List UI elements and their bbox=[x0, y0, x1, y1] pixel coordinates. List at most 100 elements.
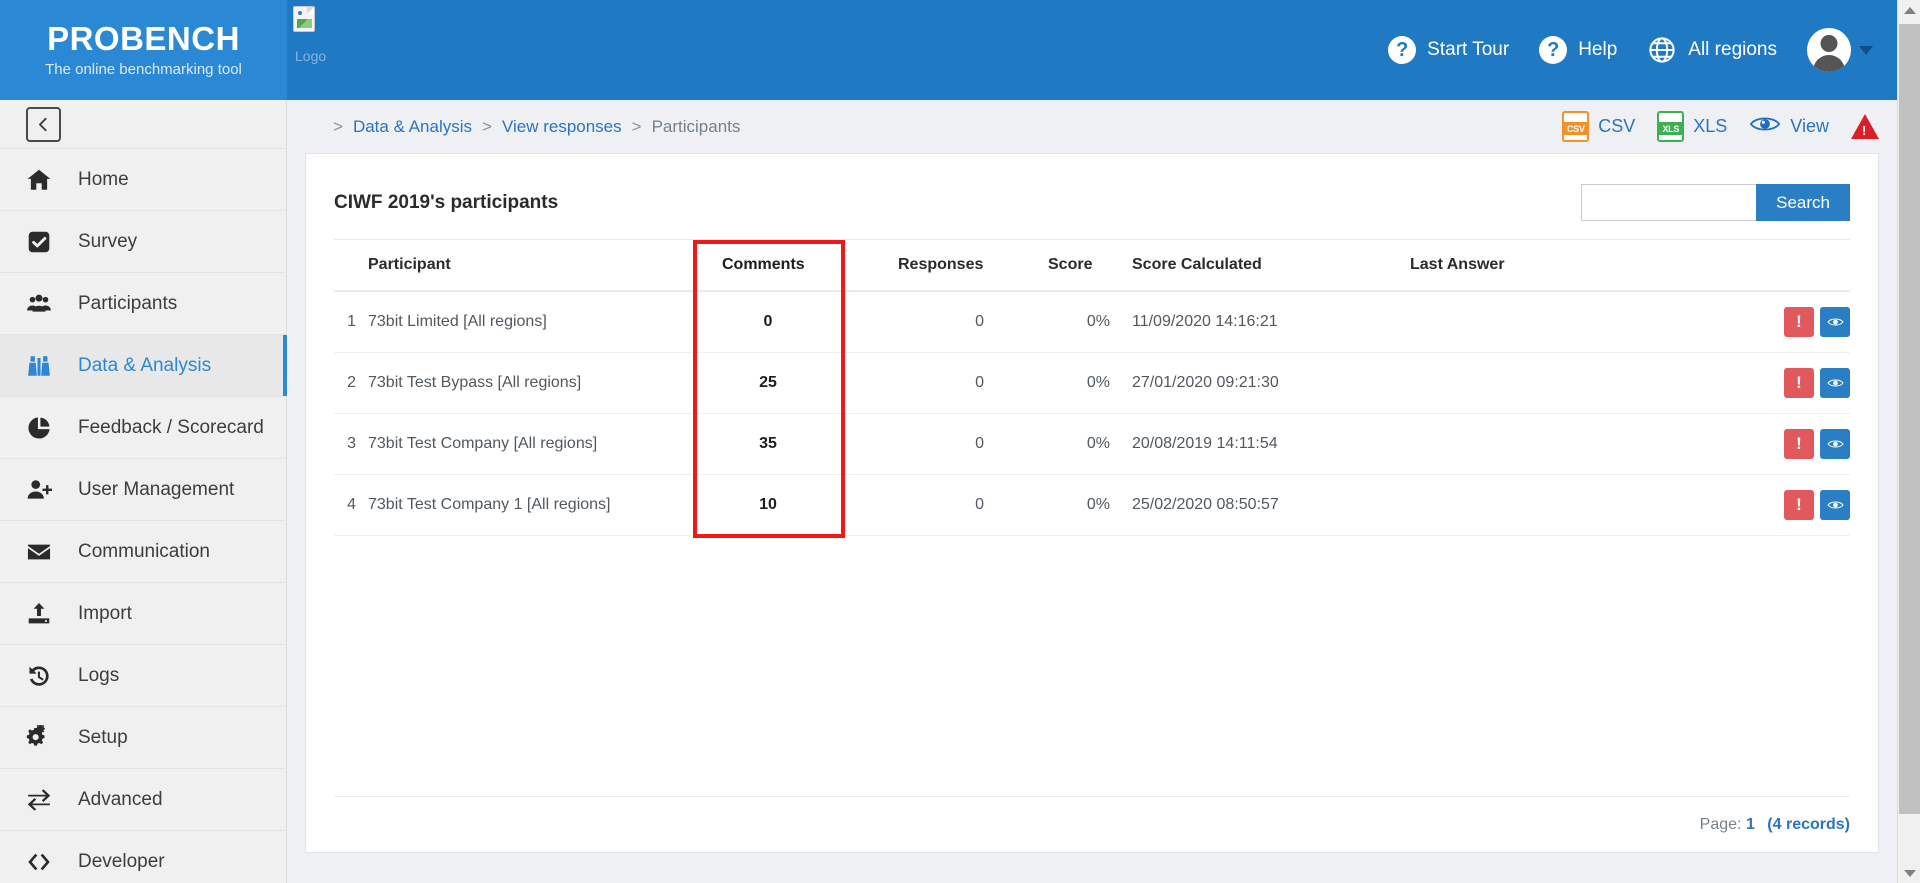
view-toggle-button[interactable]: View bbox=[1749, 113, 1829, 140]
vertical-scrollbar[interactable] bbox=[1897, 0, 1920, 883]
sidebar-item-developer[interactable]: Developer bbox=[0, 831, 286, 883]
upload-icon bbox=[22, 601, 56, 627]
all-regions-label: All regions bbox=[1688, 39, 1777, 60]
eye-icon bbox=[1826, 318, 1844, 326]
export-csv-label: CSV bbox=[1598, 116, 1636, 136]
breadcrumb-bar: > Data & Analysis > View responses > Par… bbox=[287, 100, 1897, 153]
scroll-up-button[interactable] bbox=[1898, 0, 1920, 20]
search-input[interactable] bbox=[1581, 184, 1757, 221]
brand-subtitle: The online benchmarking tool bbox=[45, 60, 242, 78]
eye-icon bbox=[1826, 501, 1844, 509]
search-button[interactable]: Search bbox=[1756, 184, 1850, 221]
all-regions-selector[interactable]: All regions bbox=[1647, 35, 1777, 65]
sidebar-item-survey[interactable]: Survey bbox=[0, 211, 286, 273]
user-menu[interactable] bbox=[1807, 28, 1873, 72]
sidebar-item-feedback-scorecard[interactable]: Feedback / Scorecard bbox=[0, 397, 286, 459]
table-row[interactable]: 3 73bit Test Company [All regions] 35 0 0% 20… bbox=[334, 413, 1850, 475]
top-header-bar: PROBENCH The online benchmarking tool Lo… bbox=[0, 0, 1897, 100]
table-row[interactable]: 1 73bit Limited [All regions] 0 0 0% 11/09/20… bbox=[334, 291, 1850, 353]
question-mark-icon: ? bbox=[1539, 36, 1568, 64]
row-warning-button[interactable]: ! bbox=[1784, 307, 1814, 337]
participants-table: Participant Comments Responses Score Sco… bbox=[334, 239, 1850, 536]
pagination-info: Page: 1 (4 records) bbox=[1700, 816, 1850, 834]
row-score-calculated: 27/01/2020 09:21:30 bbox=[1110, 352, 1410, 414]
sidebar-item-import[interactable]: Import bbox=[0, 583, 286, 645]
csv-badge-label: CSV bbox=[1563, 122, 1589, 135]
breadcrumb: > Data & Analysis > View responses > Par… bbox=[333, 117, 740, 137]
user-plus-icon bbox=[22, 477, 56, 503]
export-xls-button[interactable]: XLS XLS bbox=[1657, 111, 1727, 142]
eye-icon bbox=[1749, 113, 1781, 140]
breadcrumb-item-data-analysis[interactable]: Data & Analysis bbox=[353, 117, 472, 137]
sidebar-item-setup[interactable]: Setup bbox=[0, 707, 286, 769]
checkbox-icon bbox=[22, 229, 56, 255]
export-csv-button[interactable]: CSV CSV bbox=[1562, 111, 1635, 142]
start-tour-button[interactable]: ? Start Tour bbox=[1388, 36, 1509, 64]
avatar bbox=[1807, 28, 1851, 72]
sidebar-item-communication[interactable]: Communication bbox=[0, 521, 286, 583]
row-index: 4 bbox=[334, 474, 368, 536]
sidebar-item-participants[interactable]: Participants bbox=[0, 273, 286, 335]
sidebar-nav-list: Home Survey Participants Data & Analysis Fee… bbox=[0, 149, 287, 883]
table-row[interactable]: 2 73bit Test Bypass [All regions] 25 0 0% 27/… bbox=[334, 352, 1850, 414]
sidebar-item-advanced[interactable]: Advanced bbox=[0, 769, 286, 831]
top-navigation: ? Start Tour ? Help All regions bbox=[437, 0, 1897, 100]
export-toolbar: CSV CSV XLS XLS View bbox=[1562, 111, 1879, 142]
col-score[interactable]: Score bbox=[1018, 239, 1110, 292]
col-last-answer[interactable]: Last Answer bbox=[1410, 239, 1670, 292]
scrollbar-thumb[interactable] bbox=[1899, 24, 1920, 814]
col-participant[interactable]: Participant bbox=[368, 239, 698, 292]
table-row[interactable]: 4 73bit Test Company 1 [All regions] 10 0 0%… bbox=[334, 474, 1850, 536]
page-label: Page: bbox=[1699, 815, 1742, 833]
sidebar-item-user-management[interactable]: User Management bbox=[0, 459, 286, 521]
row-warning-button[interactable]: ! bbox=[1784, 429, 1814, 459]
row-view-button[interactable] bbox=[1820, 307, 1850, 337]
row-warning-button[interactable]: ! bbox=[1784, 368, 1814, 398]
col-score-calculated[interactable]: Score Calculated bbox=[1110, 239, 1410, 292]
sidebar-item-label: Import bbox=[78, 602, 132, 624]
col-comments[interactable]: Comments bbox=[698, 239, 838, 292]
row-score: 0 bbox=[838, 474, 1018, 536]
scroll-down-button[interactable] bbox=[1898, 863, 1920, 883]
view-label: View bbox=[1790, 116, 1829, 136]
page-number[interactable]: 1 bbox=[1746, 816, 1755, 833]
sidebar-collapse-button[interactable] bbox=[26, 106, 61, 142]
row-score-percent: 0% bbox=[1018, 352, 1110, 414]
row-score-calculated: 20/08/2019 14:11:54 bbox=[1110, 413, 1410, 475]
row-warning-button[interactable]: ! bbox=[1784, 490, 1814, 520]
question-mark-icon: ? bbox=[1388, 36, 1417, 64]
row-participant: 73bit Test Company [All regions] bbox=[368, 413, 698, 475]
breadcrumb-item-view-responses[interactable]: View responses bbox=[502, 117, 622, 137]
row-comments: 10 bbox=[698, 474, 838, 536]
row-last-answer bbox=[1410, 474, 1670, 536]
row-index: 1 bbox=[334, 291, 368, 353]
row-index: 3 bbox=[334, 413, 368, 475]
row-comments: 25 bbox=[698, 352, 838, 414]
row-view-button[interactable] bbox=[1820, 368, 1850, 398]
main-content: > Data & Analysis > View responses > Par… bbox=[287, 100, 1897, 883]
sidebar-item-logs[interactable]: Logs bbox=[0, 645, 286, 707]
sidebar-item-home[interactable]: Home bbox=[0, 149, 286, 211]
row-actions: ! bbox=[1670, 352, 1850, 414]
row-view-button[interactable] bbox=[1820, 490, 1850, 520]
row-view-button[interactable] bbox=[1820, 429, 1850, 459]
table-head: Participant Comments Responses Score Sco… bbox=[334, 239, 1850, 292]
triangle-up-icon bbox=[1903, 6, 1916, 14]
page-title: CIWF 2019's participants bbox=[334, 191, 559, 213]
warning-triangle-icon[interactable] bbox=[1851, 114, 1879, 139]
col-responses[interactable]: Responses bbox=[838, 239, 1018, 292]
export-xls-label: XLS bbox=[1693, 116, 1728, 136]
row-participant: 73bit Test Company 1 [All regions] bbox=[368, 474, 698, 536]
csv-file-icon: CSV bbox=[1562, 111, 1590, 142]
start-tour-label: Start Tour bbox=[1427, 39, 1510, 60]
brand-title: PROBENCH bbox=[47, 20, 240, 58]
gears-icon bbox=[22, 724, 56, 751]
row-actions: ! bbox=[1670, 474, 1850, 536]
row-last-answer bbox=[1410, 413, 1670, 475]
help-button[interactable]: ? Help bbox=[1539, 36, 1617, 64]
logo-slot: Logo bbox=[287, 0, 437, 100]
eye-icon bbox=[1826, 440, 1844, 448]
sidebar-item-label: Advanced bbox=[78, 788, 163, 810]
row-score-percent: 0% bbox=[1018, 291, 1110, 353]
sidebar-item-data-analysis[interactable]: Data & Analysis bbox=[0, 335, 287, 397]
